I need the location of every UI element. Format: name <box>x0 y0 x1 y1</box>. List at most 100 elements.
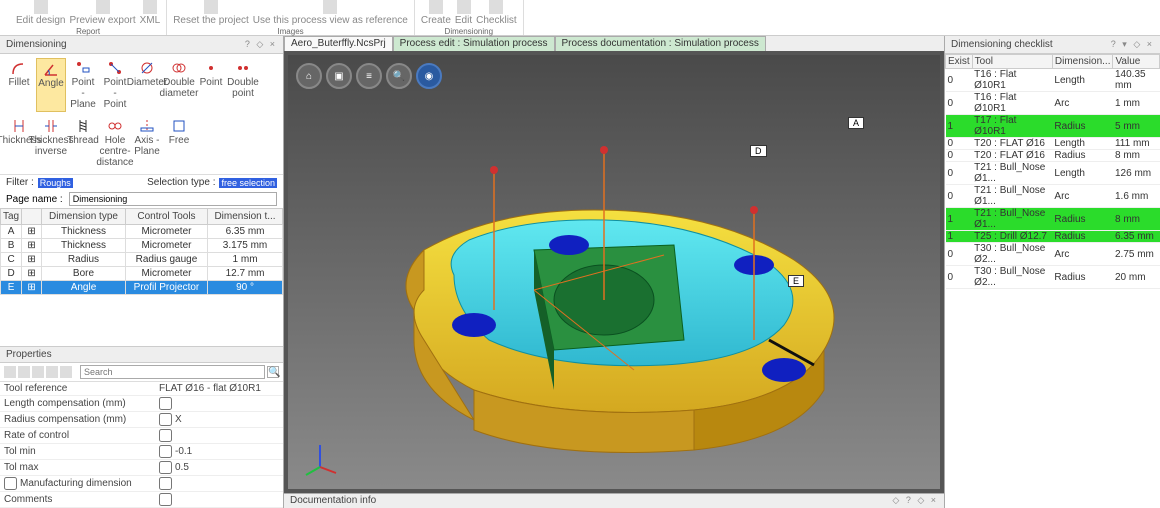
property-row[interactable]: Radius compensation (mm) X <box>0 412 283 428</box>
callout-e[interactable]: E <box>788 275 804 287</box>
table-row[interactable]: B⊞ThicknessMicrometer3.175 mm <box>1 239 283 253</box>
dbl-dia-icon <box>171 60 187 76</box>
tool-pt[interactable]: Point <box>196 58 226 112</box>
checklist-header: Dimensioning checklist ? ▾ ◇ × <box>945 36 1160 54</box>
property-row[interactable]: Rate of control <box>0 428 283 444</box>
thick-icon <box>11 118 27 134</box>
tool-free[interactable]: Free <box>164 116 194 170</box>
prop-icon[interactable] <box>4 366 16 378</box>
tool-thread[interactable]: Thread <box>68 116 98 170</box>
page-name-label: Page name : <box>6 194 63 205</box>
table-row[interactable]: D⊞BoreMicrometer12.7 mm <box>1 267 283 281</box>
ribbon-btn[interactable]: Create <box>421 0 451 26</box>
tool-hole[interactable]: Hole centre-distance <box>100 116 130 170</box>
ribbon-btn[interactable]: Checklist <box>476 0 517 26</box>
view-btn-4[interactable]: 🔍 <box>386 63 412 89</box>
checklist-title: Dimensioning checklist <box>951 39 1053 50</box>
prop-icon[interactable] <box>18 366 30 378</box>
ribbon-btn[interactable]: Use this process view as reference <box>253 0 408 26</box>
checklist-row[interactable]: 0T30 : Bull_Nose Ø2...Arc2.75 mm <box>946 243 1160 266</box>
prop-icon[interactable] <box>32 366 44 378</box>
callout-a[interactable]: A <box>848 117 864 129</box>
documentation-info-bar: Documentation info ◇ ? ◇ × <box>284 493 944 508</box>
checklist-row[interactable]: 0T20 : FLAT Ø16Length111 mm <box>946 138 1160 150</box>
fillet-icon <box>11 60 27 76</box>
doc-tab[interactable]: Aero_Buterffly.NcsPrj <box>284 36 393 51</box>
checklist-row[interactable]: 1T21 : Bull_Nose Ø1...Radius8 mm <box>946 208 1160 231</box>
checklist-row[interactable]: 1T25 : Drill Ø12.7Radius6.35 mm <box>946 231 1160 243</box>
3d-viewport[interactable]: ⌂ ▣ ≡ 🔍 ◉ <box>288 55 940 489</box>
property-row[interactable]: Tol min -0.1 <box>0 444 283 460</box>
callout-d[interactable]: D <box>750 145 767 157</box>
prop-icon[interactable] <box>46 366 58 378</box>
prop-icon[interactable] <box>60 366 72 378</box>
dimensioning-title: Dimensioning <box>6 39 67 50</box>
tool-pt-plane[interactable]: Point - Plane <box>68 58 98 112</box>
tool-dia[interactable]: Diameter <box>132 58 162 112</box>
properties-toolbar: 🔍 <box>0 363 283 382</box>
dimensioning-toolbar: FilletAnglePoint - PlanePoint - PointDia… <box>0 54 283 175</box>
pt-plane-icon <box>75 60 91 76</box>
tool-dbl-dia[interactable]: Double diameter <box>164 58 194 112</box>
ribbon-btn[interactable]: Edit design <box>16 0 65 26</box>
view-btn-3[interactable]: ≡ <box>356 63 382 89</box>
property-row[interactable]: Tol max 0.5 <box>0 460 283 476</box>
ribbon-btn[interactable]: XML <box>140 0 161 26</box>
tool-dbl-pt[interactable]: Double point <box>228 58 258 112</box>
search-icon[interactable]: 🔍 <box>267 366 279 378</box>
view-btn-1[interactable]: ⌂ <box>296 63 322 89</box>
pt-pt-icon <box>107 60 123 76</box>
checklist-row[interactable]: 0T21 : Bull_Nose Ø1...Length126 mm <box>946 162 1160 185</box>
table-row[interactable]: E⊞AngleProfil Projector90 ° <box>1 281 283 295</box>
dbl-pt-icon <box>235 60 251 76</box>
page-name-row: Page name : <box>0 190 283 208</box>
workspace: Dimensioning ? ◇ × FilletAnglePoint - Pl… <box>0 36 1160 508</box>
dimension-table[interactable]: TagDimension typeControl ToolsDimension … <box>0 208 283 295</box>
checklist-row[interactable]: 0T30 : Bull_Nose Ø2...Radius20 mm <box>946 266 1160 289</box>
filter-value[interactable]: Roughs <box>38 178 73 188</box>
seltype-label: Selection type : <box>147 177 215 188</box>
view-btn-5[interactable]: ◉ <box>416 63 442 89</box>
property-row[interactable]: Comments <box>0 492 283 508</box>
property-row[interactable]: Tool reference FLAT Ø16 - flat Ø10R1 <box>0 382 283 396</box>
ribbon-btn[interactable]: Preview export <box>69 0 135 26</box>
axis-icon <box>139 118 155 134</box>
properties-header: Properties <box>0 346 283 363</box>
angle-icon <box>43 61 59 77</box>
properties-search[interactable] <box>80 365 265 379</box>
top-ribbon: Edit designPreview exportXMLReportReset … <box>0 0 1160 36</box>
tool-fillet[interactable]: Fillet <box>4 58 34 112</box>
tool-pt-pt[interactable]: Point - Point <box>100 58 130 112</box>
seltype-value[interactable]: free selection <box>219 178 277 188</box>
property-row[interactable]: Length compensation (mm) <box>0 396 283 412</box>
doc-info-title: Documentation info <box>290 495 376 507</box>
doc-info-controls[interactable]: ◇ ? ◇ × <box>892 495 938 507</box>
center-area: Aero_Buterffly.NcsPrjProcess edit : Simu… <box>284 36 944 508</box>
hole-icon <box>107 118 123 134</box>
thick-inv-icon <box>43 118 59 134</box>
checklist-row[interactable]: 0T16 : Flat Ø10R1Arc1 mm <box>946 92 1160 115</box>
checklist-row[interactable]: 1T17 : Flat Ø10R1Radius5 mm <box>946 115 1160 138</box>
view-btn-2[interactable]: ▣ <box>326 63 352 89</box>
panel-controls[interactable]: ? ◇ × <box>245 39 277 50</box>
table-row[interactable]: C⊞RadiusRadius gauge1 mm <box>1 253 283 267</box>
ribbon-btn[interactable]: Reset the project <box>173 0 249 26</box>
checklist-row[interactable]: 0T16 : Flat Ø10R1Length140.35 mm <box>946 69 1160 92</box>
viewport-buttons: ⌂ ▣ ≡ 🔍 ◉ <box>296 63 442 89</box>
page-name-input[interactable] <box>69 192 277 206</box>
thread-icon <box>75 118 91 134</box>
tool-angle[interactable]: Angle <box>36 58 66 112</box>
checklist-row[interactable]: 0T20 : FLAT Ø16Radius8 mm <box>946 150 1160 162</box>
doc-tab[interactable]: Process documentation : Simulation proce… <box>555 36 766 51</box>
free-icon <box>171 118 187 134</box>
tool-axis[interactable]: Axis - Plane <box>132 116 162 170</box>
table-row[interactable]: A⊞ThicknessMicrometer6.35 mm <box>1 225 283 239</box>
property-row[interactable]: Manufacturing dimension <box>0 476 283 492</box>
filter-row: Filter : Roughs Selection type : free se… <box>0 175 283 190</box>
doc-tab[interactable]: Process edit : Simulation process <box>393 36 555 51</box>
ribbon-btn[interactable]: Edit <box>455 0 472 26</box>
tool-thick-inv[interactable]: Thickness inverse <box>36 116 66 170</box>
checklist-controls[interactable]: ? ▾ ◇ × <box>1111 39 1154 50</box>
checklist-table[interactable]: ExistToolDimension...Value0T16 : Flat Ø1… <box>945 54 1160 289</box>
checklist-row[interactable]: 0T21 : Bull_Nose Ø1...Arc1.6 mm <box>946 185 1160 208</box>
